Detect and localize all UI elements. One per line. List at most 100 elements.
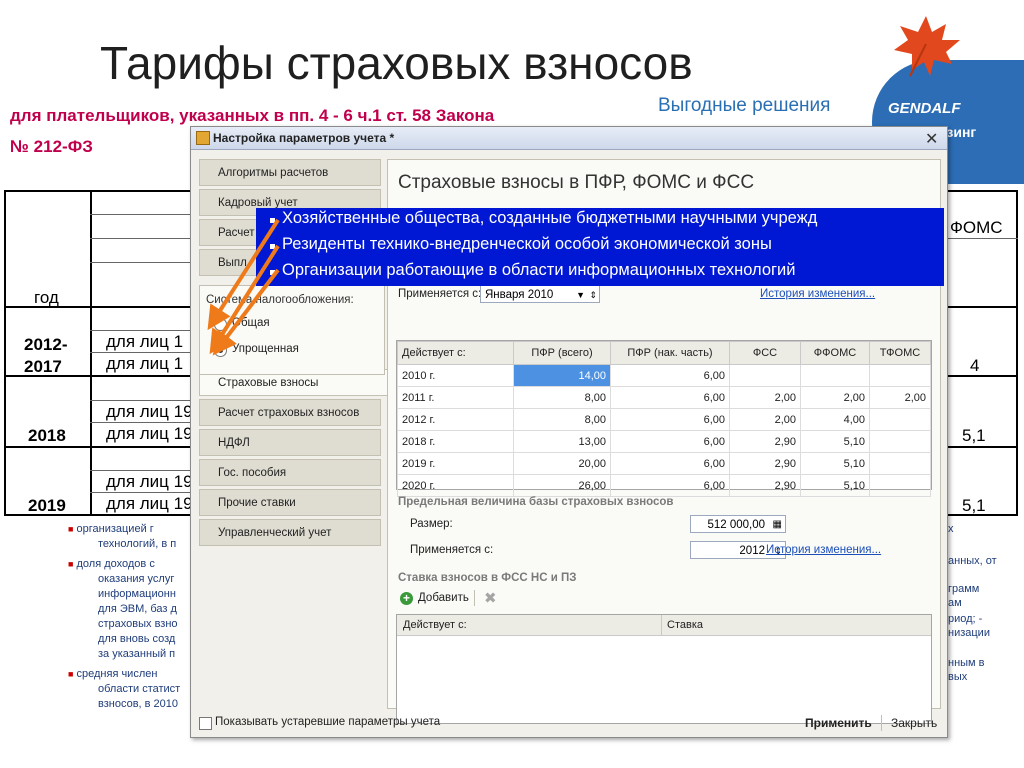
table-cell[interactable]: 26,00 (513, 474, 611, 497)
table-cell[interactable]: 6,00 (610, 386, 730, 409)
table-cell[interactable]: 2,90 (729, 474, 801, 497)
apply-button[interactable]: Применить (805, 716, 872, 730)
foms-header: ФОМС (950, 218, 1003, 237)
table-cell[interactable]: 2019 г. (397, 452, 514, 475)
table-divider (90, 330, 190, 331)
bullet-text: оказания услуг (98, 573, 175, 585)
nav-item-other-rates[interactable]: Прочие ставки (199, 489, 381, 516)
table-row[interactable]: 2011 г. 8,00 6,00 2,00 2,00 2,00 (397, 386, 931, 409)
fss-rates-table: Действует с: Ставка (396, 614, 932, 724)
table-cell[interactable]: 14,00 (513, 364, 611, 387)
bullet-text: ■ организацией г (68, 523, 154, 535)
table-cell[interactable]: 2,00 (729, 386, 801, 409)
nav-item-algorithms[interactable]: Алгоритмы расчетов (199, 159, 381, 186)
history-link-2[interactable]: История изменения... (766, 544, 881, 556)
brand-tagline: Выгодные решения (658, 95, 831, 116)
table-divider (90, 238, 190, 239)
show-outdated-label: Показывать устаревшие параметры учета (215, 716, 441, 728)
history-link[interactable]: История изменения... (760, 288, 875, 300)
dialog-titlebar[interactable]: Настройка параметров учета * ✕ (191, 127, 947, 150)
table-row[interactable]: 2010 г. 14,00 6,00 (397, 364, 931, 387)
size-label: Размер: (410, 518, 453, 530)
table-cell[interactable]: 6,00 (610, 474, 730, 497)
column-header[interactable]: ПФР (всего) (513, 341, 611, 365)
table-cell[interactable]: 6,00 (610, 408, 730, 431)
table-divider (90, 352, 190, 353)
table-cell[interactable]: 5,10 (800, 474, 870, 497)
table-cell[interactable]: 2,00 (800, 386, 870, 409)
table-cell[interactable]: 20,00 (513, 452, 611, 475)
table-cell[interactable]: 8,00 (513, 386, 611, 409)
close-button[interactable]: Закрыть (891, 716, 937, 730)
row-label: для лиц 19 (106, 472, 193, 491)
add-button[interactable]: Добавить (418, 592, 469, 604)
column-header[interactable]: ФФОМС (800, 341, 870, 365)
spin-icon[interactable]: ⇕ (589, 286, 597, 304)
column-header[interactable]: ФСС (729, 341, 801, 365)
table-cell[interactable]: 5,10 (800, 430, 870, 453)
column-header[interactable]: Действует с: (397, 341, 514, 365)
delete-icon[interactable]: ✖ (484, 589, 497, 607)
table-header-row: Действует с: Ставка (397, 615, 931, 636)
table-cell[interactable]: 2011 г. (397, 386, 514, 409)
bullet-text: анных, от (948, 555, 997, 567)
table-cell[interactable]: 13,00 (513, 430, 611, 453)
close-icon[interactable]: ✕ (925, 129, 938, 149)
highlight-box: Хозяйственные общества, созданные бюджет… (256, 208, 944, 286)
column-header[interactable]: ТФОМС (869, 341, 931, 365)
table-cell[interactable] (869, 452, 931, 475)
table-cell[interactable]: 2020 г. (397, 474, 514, 497)
table-cell[interactable]: 6,00 (610, 452, 730, 475)
show-outdated-checkbox[interactable] (199, 717, 212, 730)
maple-leaf-icon (894, 16, 960, 77)
column-header[interactable]: Действует с: (403, 619, 467, 631)
table-cell[interactable]: 2010 г. (397, 364, 514, 387)
table-cell[interactable]: 6,00 (610, 364, 730, 387)
table-cell[interactable]: 2,00 (729, 408, 801, 431)
bullet-text: информационн (98, 588, 176, 600)
table-cell[interactable]: 2,90 (729, 430, 801, 453)
bullet-text: х (948, 523, 954, 535)
table-cell[interactable] (729, 364, 801, 387)
foms-value: 4 (970, 356, 980, 375)
table-divider (90, 262, 190, 263)
table-cell[interactable] (869, 408, 931, 431)
table-cell[interactable]: 2018 г. (397, 430, 514, 453)
column-header[interactable]: Ставка (667, 619, 703, 631)
table-cell[interactable]: 2,90 (729, 452, 801, 475)
table-cell[interactable]: 5,10 (800, 452, 870, 475)
nav-item-insurance-calc[interactable]: Расчет страховых взносов (199, 399, 381, 426)
dialog-footer: Показывать устаревшие параметры учета Пр… (191, 709, 947, 737)
table-row[interactable]: 2020 г. 26,00 6,00 2,90 5,10 (397, 474, 931, 497)
table-cell[interactable] (869, 364, 931, 387)
table-cell[interactable]: 2,00 (869, 386, 931, 409)
table-cell[interactable] (869, 430, 931, 453)
chevron-down-icon[interactable]: ▼ (576, 286, 585, 304)
table-cell[interactable] (869, 474, 931, 497)
table-cell[interactable]: 6,00 (610, 430, 730, 453)
nav-item-management[interactable]: Управленческий учет (199, 519, 381, 546)
table-cell[interactable]: 2012 г. (397, 408, 514, 431)
applies-from-select[interactable]: Января 2010 ▼ ⇕ (480, 285, 600, 303)
nav-item-benefits[interactable]: Гос. пособия (199, 459, 381, 486)
table-row[interactable]: 2019 г. 20,00 6,00 2,90 5,10 (397, 452, 931, 475)
row-label: для лиц 19 (106, 402, 193, 421)
bullet-text: вых (948, 671, 968, 683)
bullet-text: риод; - (948, 613, 983, 625)
table-divider (90, 422, 190, 423)
nav-item-ndfl[interactable]: НДФЛ (199, 429, 381, 456)
bullet-icon: ■ (68, 669, 74, 679)
calculator-icon[interactable]: ▦ (773, 516, 782, 534)
table-cell[interactable]: 4,00 (800, 408, 870, 431)
table-cell[interactable]: 8,00 (513, 408, 611, 431)
bullet-text: области статист (98, 683, 181, 695)
size-input[interactable]: 512 000,00 ▦ (690, 515, 786, 533)
table-row[interactable]: 2018 г. 13,00 6,00 2,90 5,10 (397, 430, 931, 453)
table-row[interactable]: 2012 г. 8,00 6,00 2,00 4,00 (397, 408, 931, 431)
rates-table: Действует с: ПФР (всего) ПФР (нак. часть… (396, 340, 932, 497)
add-icon: + (400, 592, 413, 605)
settings-icon (196, 131, 210, 145)
table-cell[interactable] (800, 364, 870, 387)
bullet-text: грамм (948, 583, 980, 595)
column-header[interactable]: ПФР (нак. часть) (610, 341, 730, 365)
